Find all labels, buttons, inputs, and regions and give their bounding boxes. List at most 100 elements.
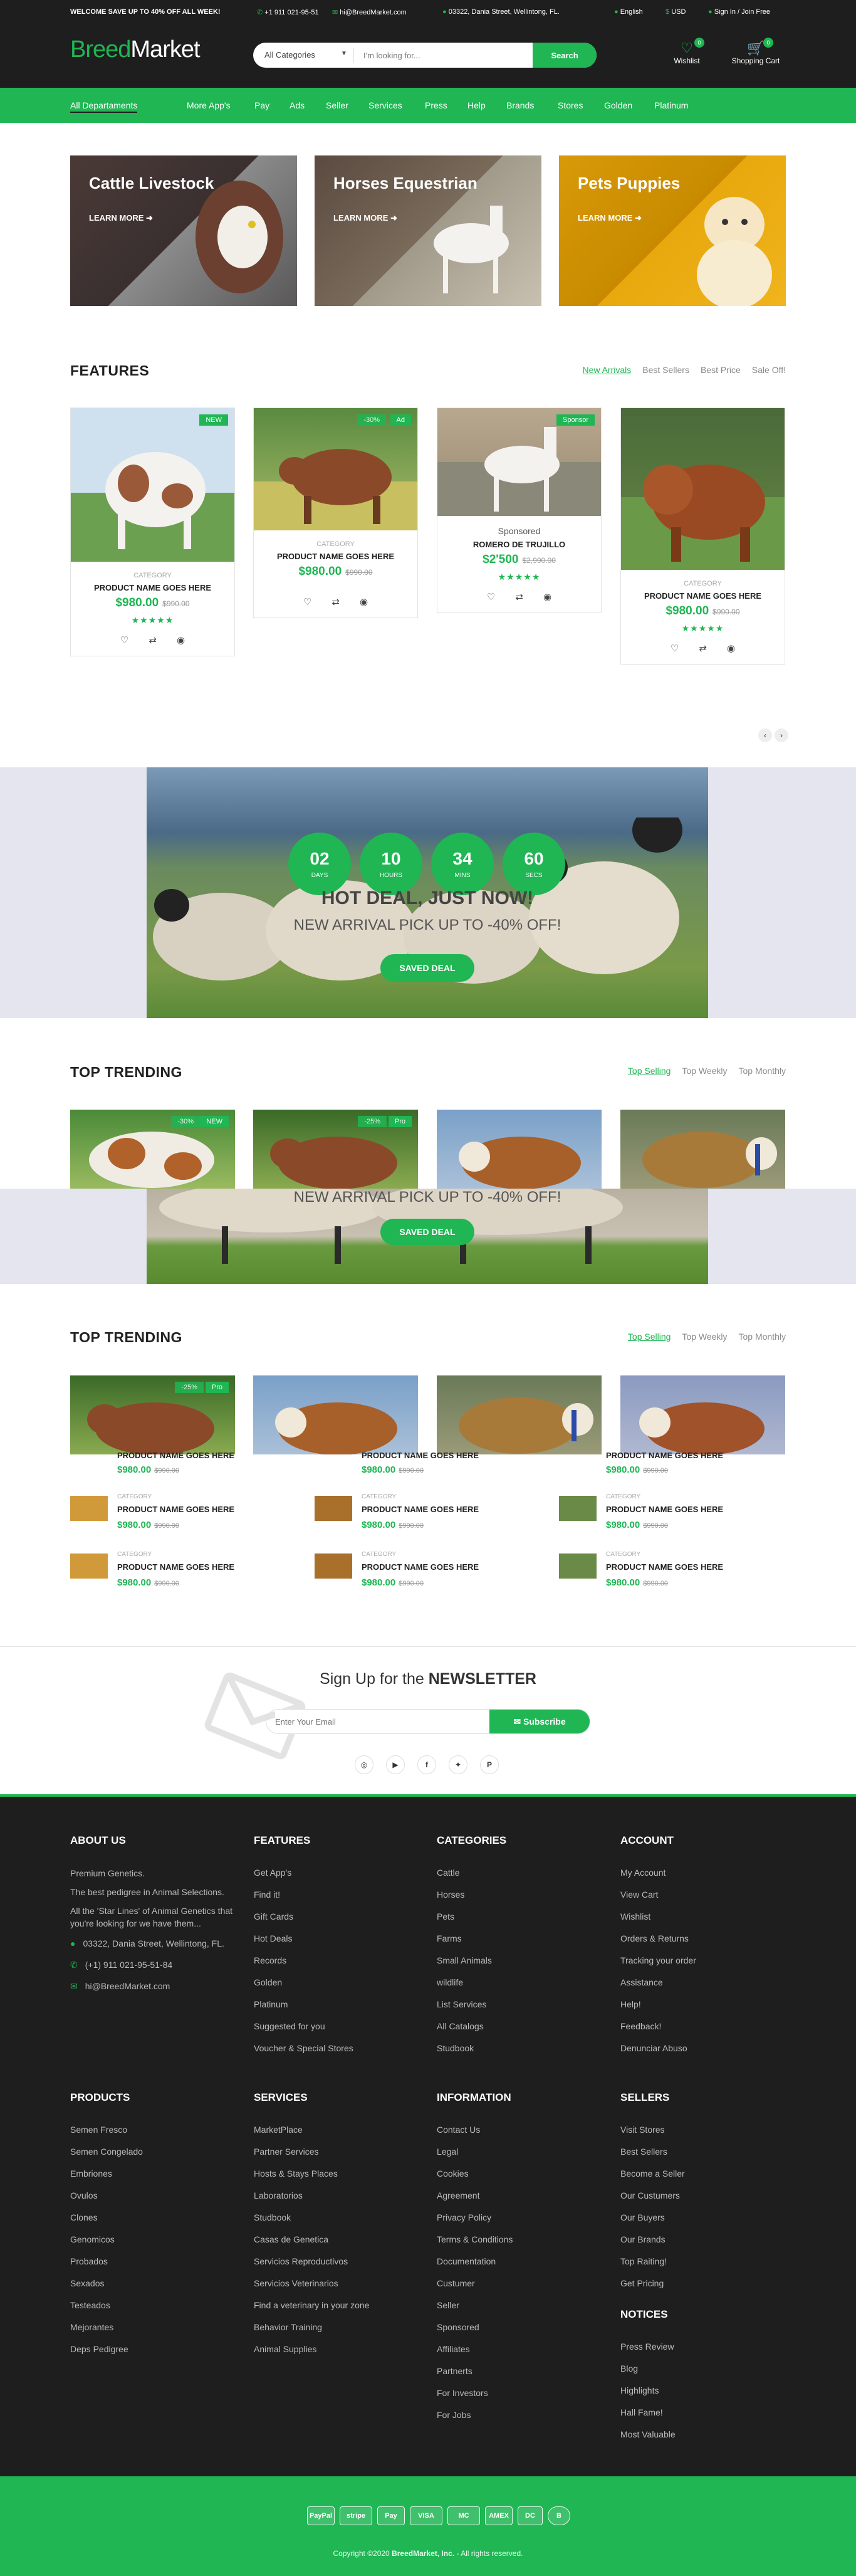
- nav-seller[interactable]: Seller: [326, 100, 348, 110]
- list-item[interactable]: PRODUCT NAME GOES HERE $980.00 $990.00: [70, 1449, 246, 1493]
- product-card[interactable]: Ad -30% CATEGORY PRODUCT NAME GOES HERE …: [253, 407, 418, 618]
- learn-more-link[interactable]: LEARN MORE ➜: [89, 213, 153, 223]
- product-image[interactable]: [437, 1110, 602, 1189]
- footer-link[interactable]: Hall Fame!: [620, 2402, 676, 2424]
- product-name[interactable]: PRODUCT NAME GOES HERE: [254, 552, 417, 561]
- product-image[interactable]: Pro -25%: [70, 1375, 235, 1454]
- footer-link[interactable]: Casas de Genetica: [254, 2229, 369, 2251]
- product-name[interactable]: PRODUCT NAME GOES HERE: [606, 1562, 723, 1572]
- chevron-down-icon[interactable]: ▼: [341, 50, 347, 57]
- product-name[interactable]: PRODUCT NAME GOES HERE: [606, 1505, 723, 1514]
- footer-link[interactable]: Sponsored: [437, 2316, 513, 2338]
- product-name[interactable]: ROMERO DE TRUJILLO: [437, 540, 601, 549]
- product-thumb[interactable]: [559, 1496, 597, 1521]
- nav-stores[interactable]: Stores: [558, 100, 583, 110]
- product-thumb[interactable]: [70, 1553, 108, 1579]
- twitter-icon[interactable]: ✦: [449, 1755, 467, 1774]
- saved-deal-button[interactable]: SAVED DEAL: [380, 954, 474, 982]
- footer-link[interactable]: Documentation: [437, 2251, 513, 2273]
- product-image[interactable]: [620, 1375, 785, 1454]
- footer-link[interactable]: View Cart: [620, 1884, 696, 1906]
- footer-link[interactable]: Studbook: [254, 2207, 369, 2229]
- next-arrow-icon[interactable]: ›: [775, 728, 788, 742]
- product-thumb[interactable]: [559, 1553, 597, 1579]
- newsletter-email-input[interactable]: [275, 1710, 488, 1733]
- tab-top-monthly[interactable]: Top Monthly: [739, 1332, 786, 1342]
- banner-pets[interactable]: Pets Puppies LEARN MORE ➜: [559, 155, 786, 306]
- footer-link[interactable]: Seller: [437, 2295, 513, 2316]
- eye-icon[interactable]: ◉: [177, 635, 185, 646]
- list-item[interactable]: PRODUCT NAME GOES HERE $980.00 $990.00: [315, 1449, 490, 1493]
- heart-icon[interactable]: ♡: [487, 592, 495, 602]
- footer-link[interactable]: Privacy Policy: [437, 2207, 513, 2229]
- phone-link[interactable]: ✆ +1 911 021-95-51: [257, 8, 319, 16]
- list-item[interactable]: CATEGORY PRODUCT NAME GOES HERE $980.00 $99…: [315, 1493, 490, 1537]
- product-card[interactable]: Sponsor Sponsored ROMERO DE TRUJILLO $2'…: [437, 407, 602, 613]
- prev-arrow-icon[interactable]: ‹: [758, 728, 772, 742]
- footer-link[interactable]: Get App's: [254, 1862, 353, 1884]
- footer-link[interactable]: Cookies: [437, 2163, 513, 2185]
- footer-link[interactable]: Hot Deals: [254, 1928, 353, 1950]
- footer-link[interactable]: Servicios Veterinarios: [254, 2273, 369, 2295]
- list-item[interactable]: CATEGORY PRODUCT NAME GOES HERE $980.00 $99…: [70, 1551, 246, 1595]
- list-item[interactable]: CATEGORY PRODUCT NAME GOES HERE $980.00 $99…: [70, 1493, 246, 1537]
- tab-top-selling[interactable]: Top Selling: [628, 1332, 671, 1342]
- product-image[interactable]: Ad -30%: [254, 408, 417, 530]
- heart-icon[interactable]: ♡: [120, 635, 128, 646]
- footer-link[interactable]: Semen Congelado: [70, 2141, 143, 2163]
- footer-link[interactable]: Suggested for you: [254, 2016, 353, 2037]
- cart-button[interactable]: 🛒 0 Shopping Cart: [724, 38, 787, 65]
- tab-new-arrivals[interactable]: New Arrivals: [582, 365, 631, 375]
- footer-link[interactable]: Ovulos: [70, 2185, 143, 2207]
- language-select[interactable]: ● English: [614, 8, 643, 16]
- footer-link[interactable]: Press Review: [620, 2336, 676, 2358]
- footer-link[interactable]: Agreement: [437, 2185, 513, 2207]
- tab-best-price[interactable]: Best Price: [701, 365, 741, 375]
- nav-brands[interactable]: Brands: [506, 100, 534, 110]
- compare-icon[interactable]: ⇄: [515, 592, 523, 602]
- footer-link[interactable]: Get Pricing: [620, 2273, 685, 2295]
- search-button[interactable]: Search: [533, 43, 597, 68]
- footer-link[interactable]: Become a Seller: [620, 2163, 685, 2185]
- eye-icon[interactable]: ◉: [727, 643, 735, 654]
- nav-help[interactable]: Help: [467, 100, 486, 110]
- footer-link[interactable]: wildlife: [437, 1972, 492, 1994]
- footer-link[interactable]: Assistance: [620, 1972, 696, 1994]
- footer-link[interactable]: Gift Cards: [254, 1906, 353, 1928]
- subscribe-button[interactable]: ✉ Subscribe: [489, 1710, 590, 1733]
- footer-link[interactable]: Golden: [254, 1972, 353, 1994]
- product-thumb[interactable]: [315, 1553, 352, 1579]
- list-item[interactable]: CATEGORY PRODUCT NAME GOES HERE $980.00 $99…: [315, 1551, 490, 1595]
- footer-link[interactable]: My Account: [620, 1862, 696, 1884]
- logo[interactable]: BreedMarket: [70, 36, 201, 63]
- nav-golden[interactable]: Golden: [604, 100, 632, 110]
- footer-link[interactable]: Blog: [620, 2358, 676, 2380]
- product-name[interactable]: PRODUCT NAME GOES HERE: [621, 591, 785, 601]
- nav-ads[interactable]: Ads: [290, 100, 305, 110]
- footer-link[interactable]: Servicios Reproductivos: [254, 2251, 369, 2273]
- tab-sale-off[interactable]: Sale Off!: [752, 365, 786, 375]
- footer-link[interactable]: For Investors: [437, 2382, 513, 2404]
- eye-icon[interactable]: ◉: [543, 592, 551, 602]
- product-image[interactable]: [621, 408, 785, 570]
- product-name[interactable]: PRODUCT NAME GOES HERE: [117, 1562, 234, 1572]
- footer-link[interactable]: List Services: [437, 1994, 492, 2016]
- product-name[interactable]: PRODUCT NAME GOES HERE: [362, 1562, 479, 1572]
- footer-link[interactable]: Embriones: [70, 2163, 143, 2185]
- compare-icon[interactable]: ⇄: [149, 635, 157, 646]
- footer-link[interactable]: MarketPlace: [254, 2119, 369, 2141]
- footer-link[interactable]: Wishlist: [620, 1906, 696, 1928]
- instagram-icon[interactable]: ◎: [355, 1755, 373, 1774]
- saved-deal-button[interactable]: SAVED DEAL: [380, 1219, 474, 1245]
- footer-link[interactable]: Our Custumers: [620, 2185, 685, 2207]
- product-image[interactable]: NEW -30%: [70, 1110, 235, 1189]
- nav-services[interactable]: Services: [368, 100, 402, 110]
- compare-icon[interactable]: ⇄: [699, 643, 707, 654]
- address-link[interactable]: ● 03322, Dania Street, Wellintong, FL.: [442, 8, 560, 16]
- footer-link[interactable]: Pets: [437, 1906, 492, 1928]
- footer-link[interactable]: Probados: [70, 2251, 143, 2273]
- footer-link[interactable]: Sexados: [70, 2273, 143, 2295]
- signin-link[interactable]: ● Sign In / Join Free: [708, 8, 770, 16]
- product-image[interactable]: NEW: [71, 408, 234, 562]
- pinterest-icon[interactable]: P: [480, 1755, 499, 1774]
